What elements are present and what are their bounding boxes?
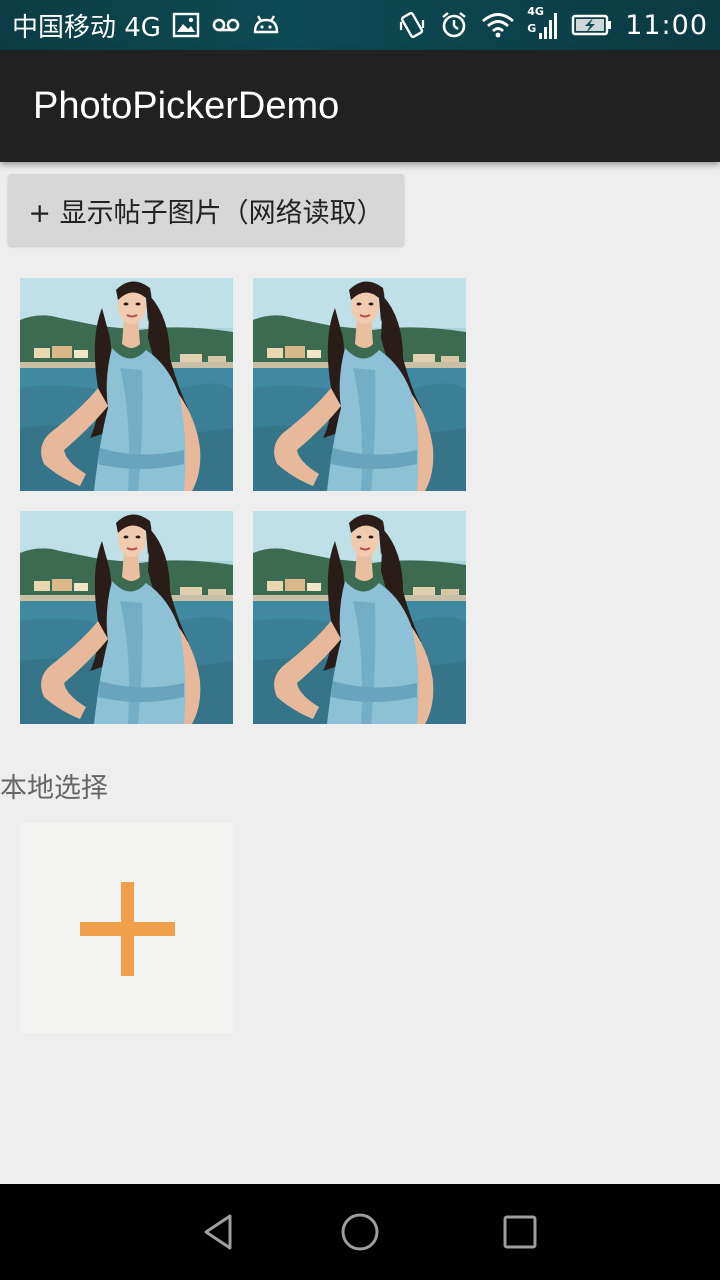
home-button[interactable] xyxy=(300,1184,420,1280)
signal-icon: 4G G xyxy=(527,5,559,43)
local-select-label: 本地选择 xyxy=(0,773,108,804)
recents-icon xyxy=(503,1215,537,1249)
wifi-icon xyxy=(482,13,515,38)
back-icon xyxy=(204,1214,232,1250)
status-bar: 中国移动 4G 4G G 11:00 xyxy=(0,0,720,50)
voicemail-icon xyxy=(212,18,240,32)
android-icon xyxy=(253,15,279,34)
back-button[interactable] xyxy=(160,1184,280,1280)
battery-charging-icon xyxy=(571,14,612,36)
photo-thumbnail[interactable] xyxy=(20,278,233,491)
app-title: PhotoPickerDemo xyxy=(33,85,340,127)
plus-icon xyxy=(80,882,175,976)
photo-thumbnail[interactable] xyxy=(253,511,466,724)
home-icon xyxy=(341,1213,379,1251)
status-left: 中国移动 4G xyxy=(12,0,281,50)
photo-thumbnail[interactable] xyxy=(20,511,233,724)
carrier-label: 中国移动 4G xyxy=(12,12,161,43)
vibrate-icon xyxy=(400,12,425,38)
navigation-bar xyxy=(0,1184,720,1280)
alarm-icon xyxy=(442,12,466,38)
clock: 11:00 xyxy=(625,9,708,41)
show-post-images-button[interactable]: + 显示帖子图片（网络读取） xyxy=(8,174,404,246)
status-right: 4G G 11:00 xyxy=(397,0,708,50)
image-icon xyxy=(172,12,200,38)
add-photo-button[interactable] xyxy=(20,823,233,1033)
app-bar: PhotoPickerDemo xyxy=(0,50,720,162)
recents-button[interactable] xyxy=(460,1184,580,1280)
photo-thumbnail[interactable] xyxy=(253,278,466,491)
